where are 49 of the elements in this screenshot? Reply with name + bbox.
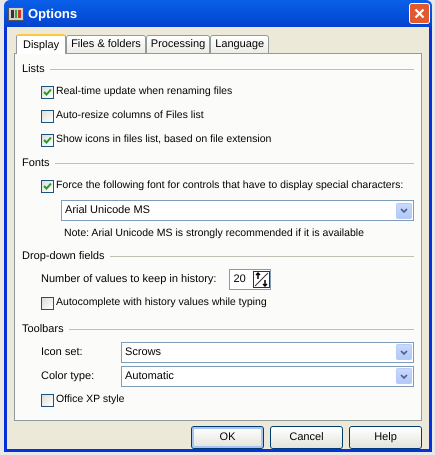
tab[interactable]: Display — [16, 34, 66, 54]
field-label: Icon set: — [41, 344, 84, 360]
field-label: Number of values to keep in history: — [41, 272, 216, 287]
note-text: Note: Arial Unicode MS is strongly recommended if it is available — [63, 226, 365, 241]
checkbox[interactable] — [41, 86, 54, 98]
spinner-value: 20 — [233, 272, 247, 287]
checkbox[interactable] — [41, 180, 54, 192]
tab[interactable]: Processing — [146, 35, 210, 53]
selected-value: Scrows — [125, 344, 162, 360]
dialog-button[interactable]: Cancel — [270, 426, 343, 449]
tab[interactable]: Files & folders — [66, 35, 146, 53]
checkbox-label: Auto-resize columns of Files list — [56, 108, 204, 124]
dropdown-button[interactable] — [396, 368, 412, 384]
spin-arrows-icon[interactable] — [253, 270, 270, 288]
checkbox-label: Force the following font for controls that have to display special characters: — [56, 178, 404, 194]
checkmark-icon — [43, 182, 52, 190]
tab[interactable]: Language — [210, 35, 270, 53]
checkbox[interactable] — [41, 134, 54, 146]
checkmark-icon — [43, 136, 52, 144]
dialog-button[interactable]: OK — [191, 426, 264, 449]
checkbox-label: Office XP style — [56, 392, 124, 408]
dropdown-select[interactable]: Scrows — [121, 342, 414, 362]
number-spinner[interactable]: 20 — [229, 268, 272, 290]
chevron-down-icon — [400, 350, 408, 354]
dialog-button[interactable]: Help — [349, 426, 422, 449]
close-icon — [414, 8, 425, 19]
selected-value: Arial Unicode MS — [65, 203, 151, 218]
section-heading: Lists — [22, 62, 45, 77]
dropdown-button[interactable] — [396, 344, 412, 360]
chevron-down-icon — [400, 208, 408, 213]
section-heading: Fonts — [22, 156, 50, 171]
checkmark-icon — [43, 88, 52, 96]
window-title: Options — [28, 4, 78, 23]
dropdown-button[interactable] — [396, 202, 412, 218]
app-icon — [8, 6, 24, 20]
section-heading: Drop-down fields — [22, 248, 105, 264]
field-label: Color type: — [41, 368, 96, 384]
checkbox-label: Autocomplete with history values while typing — [56, 295, 267, 310]
close-button[interactable] — [409, 3, 430, 24]
chevron-down-icon — [400, 374, 408, 378]
checkbox[interactable] — [41, 394, 54, 406]
dropdown-select[interactable]: Automatic — [121, 366, 414, 386]
checkbox[interactable] — [41, 110, 54, 122]
checkbox-label: Real-time update when renaming files — [56, 84, 232, 100]
section-heading: Toolbars — [22, 322, 64, 337]
checkbox[interactable] — [41, 296, 54, 310]
dropdown-select[interactable]: Arial Unicode MS — [61, 200, 414, 221]
selected-value: Automatic — [125, 368, 175, 384]
checkbox-label: Show icons in files list, based on file extension — [56, 132, 272, 148]
